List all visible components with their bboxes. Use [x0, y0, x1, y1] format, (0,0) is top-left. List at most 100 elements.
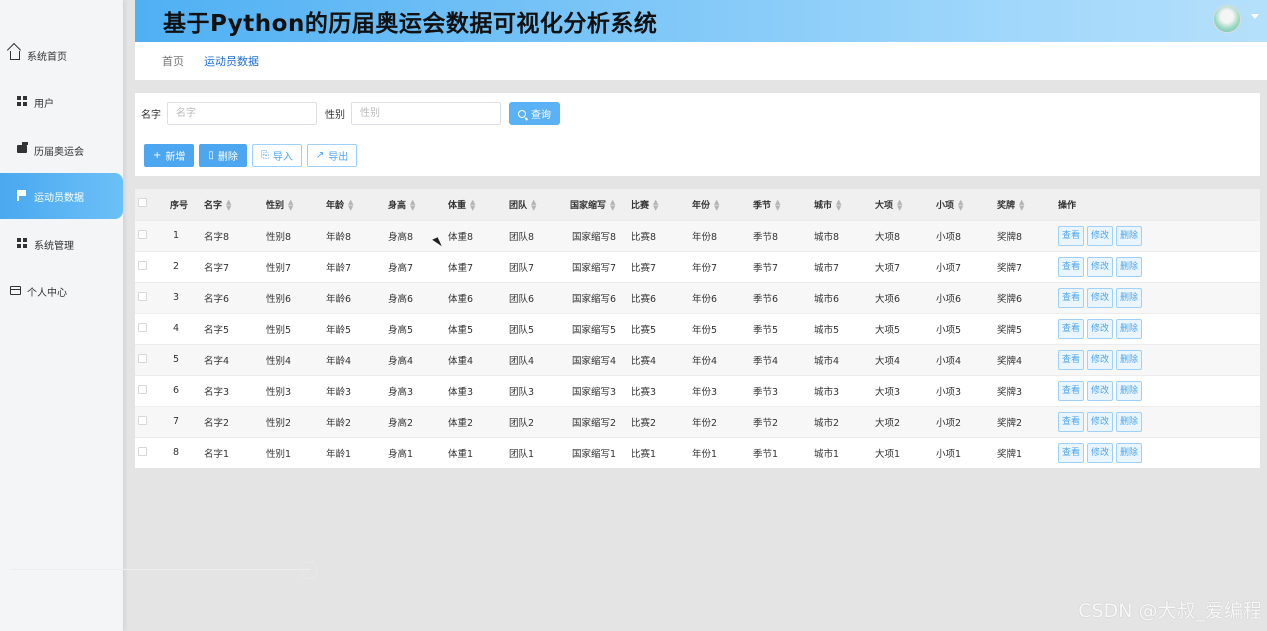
- column-header[interactable]: 年份 ▲ ▼: [692, 189, 753, 220]
- table-cell: 年龄7: [326, 250, 388, 282]
- edit-button[interactable]: 修改: [1087, 349, 1114, 370]
- sort-icon[interactable]: ▲ ▼: [958, 199, 963, 212]
- gender-search-input[interactable]: [351, 102, 501, 125]
- column-header[interactable]: 体重 ▲ ▼: [448, 189, 509, 220]
- delete-label: 删除: [217, 152, 238, 163]
- edit-button[interactable]: 修改: [1087, 380, 1114, 401]
- sort-icon[interactable]: ▲ ▼: [1019, 199, 1024, 212]
- breadcrumb: 首页 运动员数据: [135, 42, 1267, 80]
- sidebar-item-users[interactable]: 用户: [0, 79, 123, 125]
- user-avatar[interactable]: [1213, 5, 1241, 33]
- row-delete-button[interactable]: 删除: [1116, 349, 1143, 370]
- view-button[interactable]: 查看: [1058, 256, 1085, 277]
- breadcrumb-current[interactable]: 运动员数据: [204, 53, 259, 69]
- table-cell: 性别1: [266, 436, 326, 468]
- sort-icon[interactable]: ▲ ▼: [653, 199, 658, 212]
- table-cell: 身高4: [388, 343, 448, 375]
- row-delete-button[interactable]: 删除: [1116, 380, 1143, 401]
- row-checkbox[interactable]: [138, 291, 147, 301]
- table-cell: 名字4: [204, 343, 266, 375]
- sidebar-item-olympics[interactable]: 历届奥运会: [0, 127, 123, 173]
- edit-button[interactable]: 修改: [1087, 287, 1114, 308]
- sort-icon[interactable]: ▲ ▼: [410, 199, 415, 212]
- row-checkbox[interactable]: [138, 260, 147, 270]
- sort-icon[interactable]: ▲ ▼: [348, 199, 353, 212]
- column-header[interactable]: 年龄 ▲ ▼: [326, 189, 388, 220]
- table-cell: 奖牌5: [997, 312, 1058, 344]
- row-delete-button[interactable]: 删除: [1116, 225, 1143, 246]
- column-header[interactable]: 大项 ▲ ▼: [875, 189, 936, 220]
- import-button[interactable]: ⎘ 导入: [251, 144, 302, 167]
- edit-button[interactable]: 修改: [1087, 442, 1114, 463]
- row-delete-button[interactable]: 删除: [1116, 287, 1143, 308]
- query-label: 查询: [531, 110, 551, 121]
- column-header[interactable]: 名字 ▲ ▼: [204, 189, 266, 220]
- row-checkbox[interactable]: [138, 353, 147, 363]
- name-search-input[interactable]: [167, 102, 317, 125]
- row-checkbox[interactable]: [138, 229, 147, 239]
- top-header: 基于Python的历届奥运会数据可视化分析系统: [135, 0, 1267, 42]
- edit-button[interactable]: 修改: [1087, 318, 1114, 339]
- column-header[interactable]: 小项 ▲ ▼: [936, 189, 997, 220]
- table-cell: 性别2: [266, 405, 326, 437]
- row-delete-button[interactable]: 删除: [1116, 318, 1143, 339]
- sort-icon[interactable]: ▲ ▼: [610, 199, 615, 212]
- column-header-label: 操作: [1058, 200, 1077, 211]
- column-header[interactable]: 身高 ▲ ▼: [388, 189, 448, 220]
- sort-icon[interactable]: ▲ ▼: [775, 199, 780, 212]
- column-header[interactable]: 比赛 ▲ ▼: [631, 189, 692, 220]
- table-cell: 国家缩写4: [570, 343, 631, 375]
- table-cell: 国家缩写7: [570, 250, 631, 282]
- sort-icon[interactable]: ▲ ▼: [288, 199, 293, 212]
- column-header[interactable]: 国家缩写 ▲ ▼: [570, 189, 631, 220]
- view-button[interactable]: 查看: [1058, 442, 1085, 463]
- sort-icon[interactable]: ▲ ▼: [897, 199, 902, 212]
- row-checkbox[interactable]: [138, 415, 147, 425]
- query-button[interactable]: 查询: [509, 102, 560, 125]
- export-button[interactable]: ↗ 导出: [306, 144, 358, 167]
- view-button[interactable]: 查看: [1058, 411, 1085, 432]
- grid-icon: [17, 96, 29, 108]
- table-cell: 小项5: [936, 312, 997, 344]
- row-select-cell: [135, 405, 170, 437]
- view-button[interactable]: 查看: [1058, 318, 1085, 339]
- view-button[interactable]: 查看: [1058, 287, 1085, 308]
- delete-button[interactable]: ▯ 删除: [199, 144, 247, 167]
- column-header[interactable]: 性别 ▲ ▼: [266, 189, 326, 220]
- column-header[interactable]: 奖牌 ▲ ▼: [997, 189, 1058, 220]
- sidebar-item-label: 用户: [34, 98, 54, 110]
- grid-icon: [17, 238, 29, 250]
- edit-button[interactable]: 修改: [1087, 411, 1114, 432]
- view-button[interactable]: 查看: [1058, 225, 1085, 246]
- row-delete-button[interactable]: 删除: [1116, 442, 1143, 463]
- add-button[interactable]: + 新增: [144, 144, 195, 167]
- sidebar-item-athletes[interactable]: 运动员数据: [0, 173, 123, 219]
- breadcrumb-home[interactable]: 首页: [162, 53, 184, 69]
- column-header-label: 年份: [692, 200, 711, 211]
- sort-icon[interactable]: ▲ ▼: [531, 199, 536, 212]
- row-checkbox[interactable]: [138, 384, 147, 394]
- chevron-down-icon[interactable]: [1251, 14, 1259, 19]
- sort-icon[interactable]: ▲ ▼: [836, 199, 841, 212]
- sort-icon[interactable]: ▲ ▼: [470, 199, 475, 212]
- sort-icon[interactable]: ▲ ▼: [714, 199, 719, 212]
- sidebar-item-profile[interactable]: 个人中心: [0, 268, 123, 314]
- column-header[interactable]: 城市 ▲ ▼: [814, 189, 875, 220]
- sidebar-item-home[interactable]: 系统首页: [0, 32, 123, 78]
- select-all-checkbox[interactable]: [138, 198, 147, 208]
- sort-icon[interactable]: ▲ ▼: [226, 199, 231, 212]
- view-button[interactable]: 查看: [1058, 349, 1085, 370]
- edit-button[interactable]: 修改: [1087, 225, 1114, 246]
- row-delete-button[interactable]: 删除: [1116, 256, 1143, 277]
- sidebar-scrollbar[interactable]: [10, 561, 318, 579]
- row-checkbox[interactable]: [138, 322, 147, 332]
- column-header[interactable]: 季节 ▲ ▼: [753, 189, 814, 220]
- row-delete-button[interactable]: 删除: [1116, 411, 1143, 432]
- row-checkbox[interactable]: [138, 446, 147, 456]
- view-button[interactable]: 查看: [1058, 380, 1085, 401]
- edit-button[interactable]: 修改: [1087, 256, 1114, 277]
- sidebar-item-system[interactable]: 系统管理: [0, 221, 123, 267]
- column-header[interactable]: 团队 ▲ ▼: [509, 189, 570, 220]
- table-cell: 团队4: [509, 343, 570, 375]
- table-cell: 名字1: [204, 436, 266, 468]
